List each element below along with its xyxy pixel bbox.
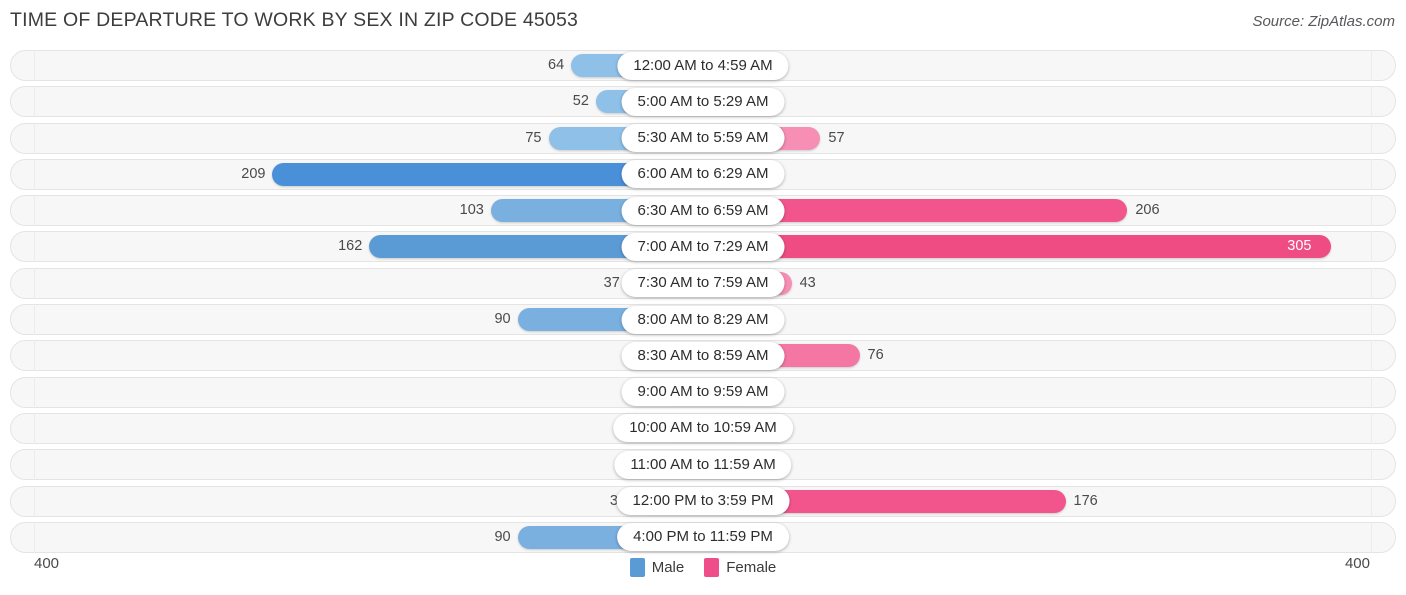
legend-label-male: Male (651, 559, 685, 576)
gridline-right (1371, 412, 1372, 444)
bar-female[interactable] (703, 235, 1332, 259)
category-label: 7:30 AM to 7:59 AM (621, 269, 785, 298)
gridline-left (34, 304, 35, 336)
category-label: 5:00 AM to 5:29 AM (621, 87, 785, 116)
gridline-right (1371, 521, 1372, 553)
chart-row: 162 305 7:00 AM to 7:29 AM (0, 231, 1406, 263)
gridline-right (1371, 376, 1372, 408)
legend-item-male[interactable]: Male (629, 558, 685, 577)
legend-label-female: Female (726, 559, 777, 576)
chart-legend: Male Female (0, 558, 1406, 577)
chart-row: 0011:00 AM to 11:59 AM (0, 449, 1406, 481)
category-label: 6:00 AM to 6:29 AM (621, 160, 785, 189)
gridline-right (1371, 86, 1372, 118)
value-label-female: 206 (1135, 202, 1160, 219)
chart-row: 75 57 5:30 AM to 5:59 AM (0, 122, 1406, 154)
chart-row: 64012:00 AM to 4:59 AM (0, 50, 1406, 81)
gridline-left (34, 231, 35, 263)
category-label: 9:00 AM to 9:59 AM (621, 378, 785, 407)
source-attribution: Source: ZipAtlas.com (1252, 13, 1395, 30)
value-label-male: 90 (494, 528, 511, 545)
chart-row: 90194:00 PM to 11:59 PM (0, 521, 1406, 553)
gridline-right (1371, 449, 1372, 481)
value-label-male: 162 (338, 238, 363, 255)
gridline-left (34, 485, 35, 517)
page-title: TIME OF DEPARTURE TO WORK BY SEX IN ZIP … (10, 9, 579, 31)
gridline-left (34, 449, 35, 481)
legend-swatch-male-icon (629, 558, 645, 577)
value-label-female: 57 (828, 129, 845, 146)
category-label: 5:30 AM to 5:59 AM (621, 124, 785, 153)
gridline-right (1371, 158, 1372, 190)
gridline-left (34, 195, 35, 227)
legend-item-female[interactable]: Female (704, 558, 776, 577)
category-label: 6:30 AM to 6:59 AM (621, 196, 785, 225)
gridline-right (1371, 267, 1372, 299)
value-label-male: 90 (494, 311, 511, 328)
value-label-male: 37 (603, 274, 620, 291)
gridline-right (1371, 485, 1372, 517)
category-label: 12:00 AM to 4:59 AM (617, 51, 789, 80)
gridline-right (1371, 231, 1372, 263)
chart-row: 5295:00 AM to 5:29 AM (0, 86, 1406, 118)
legend-swatch-female-icon (704, 558, 720, 577)
gridline-right (1371, 122, 1372, 154)
chart-row: 10010:00 AM to 10:59 AM (0, 412, 1406, 444)
chart-row: 9008:00 AM to 8:29 AM (0, 304, 1406, 336)
gridline-left (34, 86, 35, 118)
value-label-male: 103 (459, 202, 484, 219)
chart-row: 103 206 6:30 AM to 6:59 AM (0, 195, 1406, 227)
value-label-female: 43 (799, 274, 816, 291)
value-label-female: 176 (1073, 492, 1098, 509)
gridline-left (34, 158, 35, 190)
gridline-left (34, 521, 35, 553)
chart-row: 14768:30 AM to 8:59 AM (0, 340, 1406, 372)
gridline-right (1371, 340, 1372, 372)
chart-row: 0259:00 AM to 9:59 AM (0, 376, 1406, 408)
value-label-male: 64 (548, 57, 565, 73)
chart-row: 209266:00 AM to 6:29 AM (0, 158, 1406, 190)
category-label: 7:00 AM to 7:29 AM (621, 232, 785, 261)
category-label: 11:00 AM to 11:59 AM (614, 450, 792, 479)
category-label: 8:30 AM to 8:59 AM (621, 341, 785, 370)
gridline-left (34, 376, 35, 408)
gridline-right (1371, 195, 1372, 227)
value-label-male: 209 (241, 165, 266, 182)
gridline-right (1371, 50, 1372, 81)
category-label: 4:00 PM to 11:59 PM (617, 523, 789, 552)
category-label: 12:00 PM to 3:59 PM (616, 487, 790, 516)
gridline-left (34, 267, 35, 299)
chart-row: 37 43 7:30 AM to 7:59 AM (0, 267, 1406, 299)
value-label-male: 75 (525, 129, 542, 146)
chart-rows: 64012:00 AM to 4:59 AM 5295:00 AM to 5:29… (0, 50, 1406, 558)
value-label-female: 76 (867, 347, 884, 364)
value-label-female: 305 (1287, 238, 1312, 255)
gridline-left (34, 412, 35, 444)
gridline-left (34, 122, 35, 154)
category-label: 10:00 AM to 10:59 AM (613, 414, 793, 443)
category-label: 8:00 AM to 8:29 AM (621, 305, 785, 334)
gridline-left (34, 340, 35, 372)
chart-container: TIME OF DEPARTURE TO WORK BY SEX IN ZIP … (0, 0, 1406, 595)
gridline-right (1371, 304, 1372, 336)
gridline-left (34, 50, 35, 81)
value-label-male: 52 (572, 93, 589, 110)
chart-row: 3417612:00 PM to 3:59 PM (0, 485, 1406, 517)
